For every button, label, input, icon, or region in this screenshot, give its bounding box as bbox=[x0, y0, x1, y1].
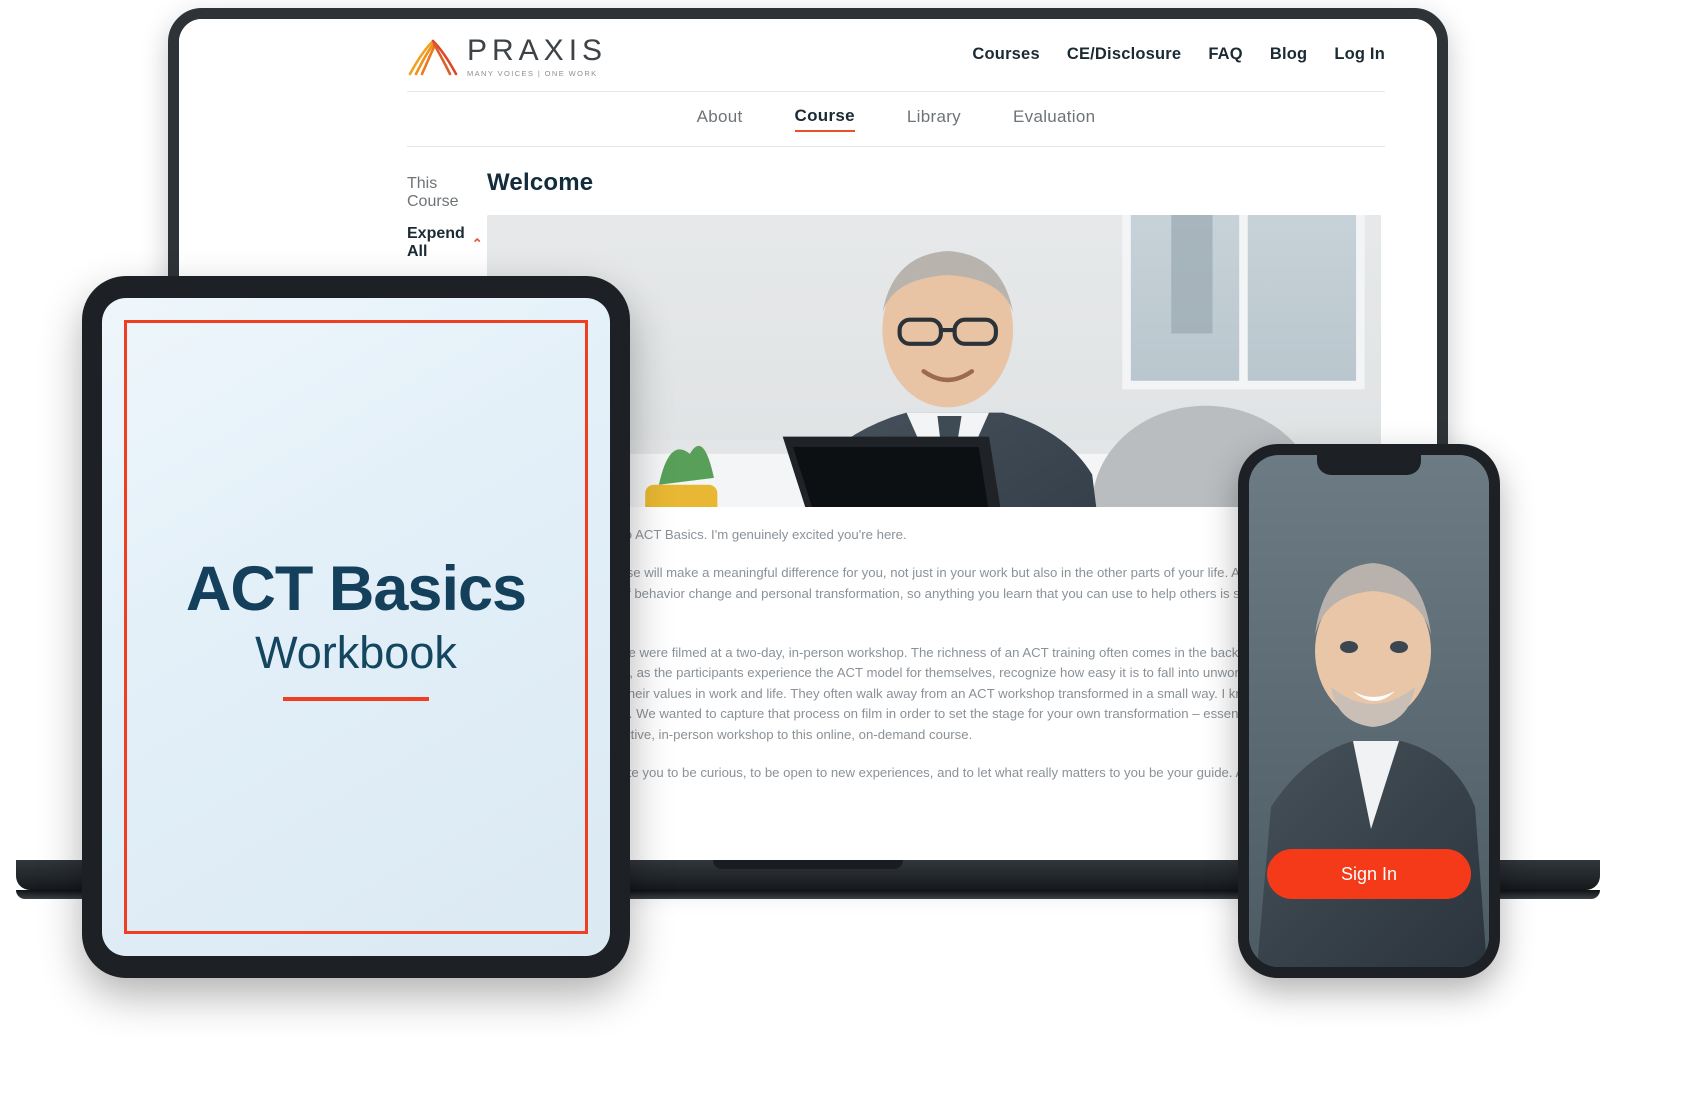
nav-ce-disclosure[interactable]: CE/Disclosure bbox=[1067, 45, 1181, 64]
logo-tagline: MANY VOICES | ONE WORK bbox=[467, 69, 598, 79]
expand-all-toggle[interactable]: Expend All ⌃ bbox=[407, 225, 483, 261]
expand-all-label: Expend All bbox=[407, 225, 465, 260]
tab-about[interactable]: About bbox=[697, 107, 743, 131]
tablet-device: ACT Basics Workbook bbox=[82, 276, 630, 978]
workbook-rule bbox=[282, 697, 429, 701]
tab-library[interactable]: Library bbox=[907, 107, 961, 131]
tab-evaluation[interactable]: Evaluation bbox=[1013, 107, 1095, 131]
nav-faq[interactable]: FAQ bbox=[1208, 45, 1243, 64]
workbook-title: ACT Basics bbox=[185, 554, 527, 624]
primary-nav: Courses CE/Disclosure FAQ Blog Log In bbox=[972, 45, 1385, 64]
phone-device: Sign In bbox=[1238, 444, 1500, 978]
phone-screen: Sign In bbox=[1249, 455, 1489, 967]
workbook-cover: ACT Basics Workbook bbox=[185, 553, 527, 701]
praxis-fan-logo-icon bbox=[408, 39, 458, 76]
screenshot-stage: PRAXIS MANY VOICES | ONE WORK Courses CE… bbox=[0, 0, 1701, 1098]
site-header: PRAXIS MANY VOICES | ONE WORK Courses CE… bbox=[179, 19, 1437, 147]
sidebar-title: This Course bbox=[407, 175, 459, 210]
nav-blog[interactable]: Blog bbox=[1270, 45, 1307, 64]
page-title: Welcome bbox=[487, 169, 594, 196]
logo-wordmark: PRAXIS bbox=[467, 34, 608, 67]
tablet-screen: ACT Basics Workbook bbox=[102, 298, 610, 956]
nav-log-in[interactable]: Log In bbox=[1334, 45, 1385, 64]
sign-in-button[interactable]: Sign In bbox=[1267, 849, 1471, 899]
workbook-subtitle: Workbook bbox=[255, 627, 457, 678]
praxis-logo[interactable]: PRAXIS MANY VOICES | ONE WORK bbox=[407, 34, 608, 79]
course-tabs: About Course Library Evaluation bbox=[407, 91, 1385, 147]
tab-course[interactable]: Course bbox=[794, 106, 855, 132]
phone-notch bbox=[1317, 455, 1421, 475]
nav-courses[interactable]: Courses bbox=[972, 45, 1039, 64]
